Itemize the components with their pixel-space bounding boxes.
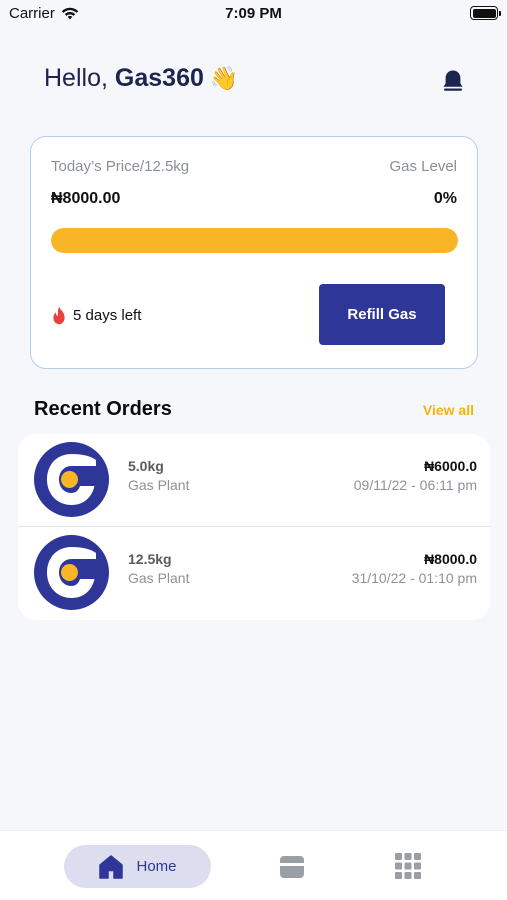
grid-menu-icon[interactable] (395, 853, 421, 879)
price-value: ₦8000.00 (51, 190, 121, 207)
gas-plant-logo-icon (34, 442, 109, 517)
card-labels-row: Today’s Price/12.5kg Gas Level (51, 158, 457, 175)
recent-orders-title: Recent Orders (34, 398, 172, 420)
battery-icon (470, 6, 501, 20)
greeting: Hello, Gas360 👋 (44, 64, 239, 93)
order-date: 09/11/22 - 06:11 pm (353, 477, 477, 493)
home-icon (99, 854, 124, 879)
price-label: Today’s Price/12.5kg (51, 158, 190, 175)
order-item[interactable]: 5.0kg Gas Plant ₦6000.0 09/11/22 - 06:11… (18, 434, 490, 527)
greeting-text: Hello, (44, 64, 108, 92)
user-name: Gas360 (114, 64, 204, 92)
wallet-icon[interactable] (279, 855, 305, 879)
tab-home-label: Home (136, 858, 177, 875)
status-bar: Carrier 7:09 PM (0, 0, 507, 30)
tab-home[interactable]: Home (64, 845, 211, 888)
bottom-tab-bar: Home (0, 830, 507, 900)
gas-level-bar-fill (51, 228, 458, 253)
card-values-row: ₦8000.00 0% (51, 190, 457, 208)
order-price: ₦8000.0 (424, 551, 477, 567)
days-left-label: 5 days left (73, 307, 142, 324)
bell-icon[interactable] (440, 68, 466, 94)
order-item[interactable]: 12.5kg Gas Plant ₦8000.0 31/10/22 - 01:1… (18, 527, 490, 620)
gas-level-label: Gas Level (389, 158, 457, 175)
gas-plant-logo-icon (34, 535, 109, 610)
order-weight: 12.5kg (128, 551, 172, 567)
flame-icon (53, 306, 65, 325)
gas-status-card: Today’s Price/12.5kg Gas Level ₦8000.00 … (30, 136, 478, 369)
order-vendor: Gas Plant (128, 570, 190, 586)
order-date: 31/10/22 - 01:10 pm (351, 570, 477, 586)
order-price: ₦6000.0 (424, 458, 477, 474)
days-left: 5 days left (51, 306, 141, 325)
status-time: 7:09 PM (225, 5, 282, 22)
recent-orders-list: 5.0kg Gas Plant ₦6000.0 09/11/22 - 06:11… (18, 434, 490, 620)
refill-gas-button[interactable]: Refill Gas (319, 284, 445, 345)
gas-level-bar (51, 228, 458, 253)
view-all-link[interactable]: View all (423, 402, 474, 418)
order-vendor: Gas Plant (128, 477, 190, 493)
gas-level-value: 0% (433, 190, 457, 207)
wave-emoji: 👋 (209, 65, 239, 91)
order-weight: 5.0kg (128, 458, 164, 474)
